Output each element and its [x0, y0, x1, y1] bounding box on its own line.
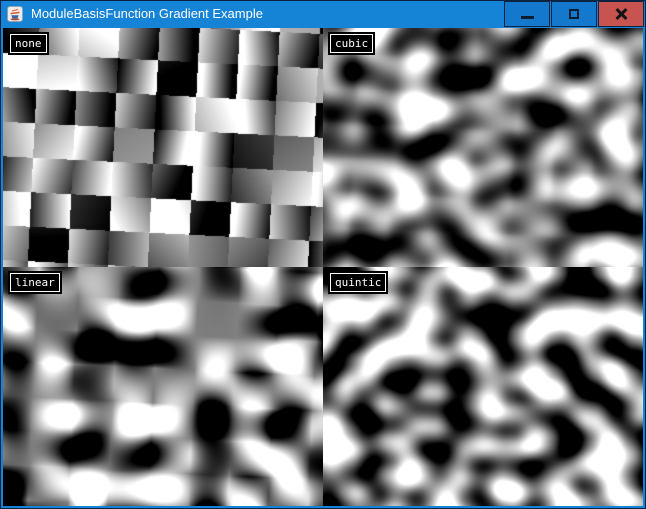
- quadrant-none: none: [3, 28, 323, 267]
- window-controls: [503, 1, 644, 27]
- close-button[interactable]: [598, 1, 644, 27]
- minimize-button[interactable]: [504, 1, 550, 27]
- quadrant-label-none: none: [10, 34, 47, 53]
- titlebar[interactable]: ModuleBasisFunction Gradient Example: [0, 0, 646, 28]
- noise-canvas-linear: [3, 267, 323, 506]
- close-icon: [614, 7, 628, 21]
- maximize-icon: [569, 9, 579, 19]
- noise-canvas-cubic: [323, 28, 643, 267]
- noise-canvas-quintic: [323, 267, 643, 506]
- quadrant-cubic: cubic: [323, 28, 643, 267]
- noise-grid: none cubic linear quintic: [3, 28, 643, 506]
- quadrant-label-cubic: cubic: [330, 34, 373, 53]
- quadrant-label-linear: linear: [10, 273, 60, 292]
- minimize-icon: [521, 16, 534, 19]
- window-title: ModuleBasisFunction Gradient Example: [31, 0, 263, 28]
- quadrant-quintic: quintic: [323, 267, 643, 506]
- quadrant-linear: linear: [3, 267, 323, 506]
- java-app-icon: [7, 6, 23, 22]
- noise-canvas-none: [3, 28, 323, 267]
- app-window: ModuleBasisFunction Gradient Example non…: [0, 0, 646, 509]
- quadrant-label-quintic: quintic: [330, 273, 386, 292]
- maximize-button[interactable]: [551, 1, 597, 27]
